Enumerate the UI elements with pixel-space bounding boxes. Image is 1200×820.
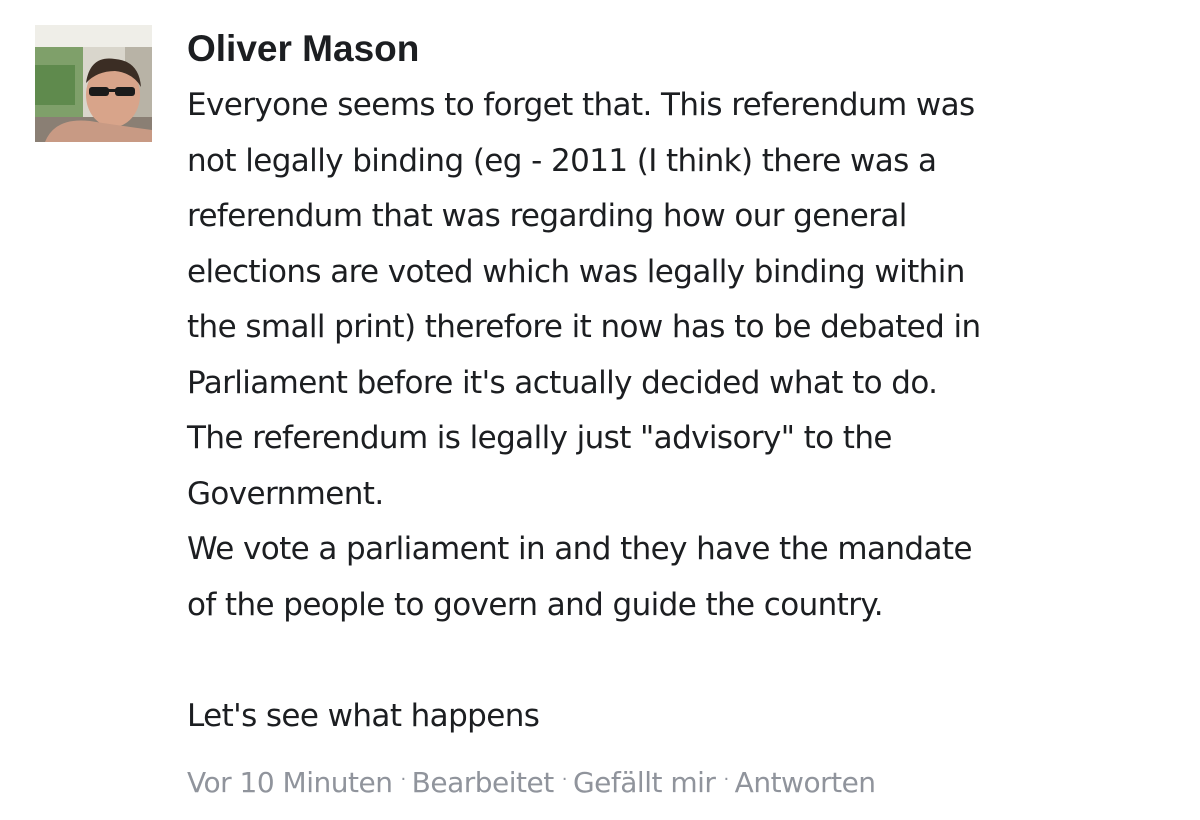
avatar-photo bbox=[35, 25, 152, 142]
comment-line: of the people to govern and guide the co… bbox=[187, 586, 884, 623]
comment-line: Let's see what happens bbox=[187, 697, 540, 734]
comment-line: The referendum is legally just "advisory… bbox=[187, 420, 892, 456]
comment-line: Parliament before it's actually decided … bbox=[187, 364, 938, 401]
comment-line: the small print) therefore it now has to… bbox=[187, 309, 981, 345]
comment-line: Government. bbox=[187, 475, 384, 512]
reply-button[interactable]: Antworten bbox=[735, 766, 876, 799]
author-name[interactable]: Oliver Mason bbox=[187, 24, 1177, 74]
separator-dot: · bbox=[561, 769, 568, 790]
separator-dot: · bbox=[723, 769, 729, 790]
paragraph-break bbox=[187, 633, 1177, 689]
comment-text: Everyone seems to forget that. This refe… bbox=[187, 78, 1177, 744]
comment: Oliver Mason Everyone seems to forget th… bbox=[0, 0, 1200, 820]
comment-line: We vote a parliament in and they have th… bbox=[187, 531, 973, 567]
avatar[interactable] bbox=[35, 25, 152, 142]
comment-line: not legally binding (eg - 2011 (I think)… bbox=[187, 142, 937, 179]
separator-dot: · bbox=[400, 769, 406, 790]
comment-body: Oliver Mason Everyone seems to forget th… bbox=[187, 24, 1177, 744]
comment-actions: Vor 10 Minuten · Bearbeitet · Gefällt mir · An… bbox=[187, 758, 876, 805]
comment-line: elections are voted which was legally bi… bbox=[187, 253, 965, 290]
like-button[interactable]: Gefällt mir bbox=[573, 766, 716, 799]
comment-line: Everyone seems to forget that. This refe… bbox=[187, 87, 975, 123]
comment-line: referendum that was regarding how our ge… bbox=[187, 198, 907, 234]
timestamp-link[interactable]: Vor 10 Minuten bbox=[187, 766, 393, 799]
edited-link[interactable]: Bearbeitet bbox=[412, 766, 555, 799]
